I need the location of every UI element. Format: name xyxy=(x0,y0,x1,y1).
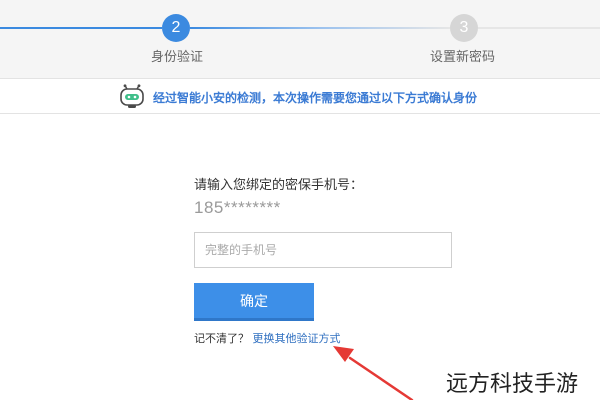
phone-number-input[interactable] xyxy=(194,232,452,268)
forgot-row: 记不清了？ 更换其他验证方式 xyxy=(194,330,341,346)
robot-icon xyxy=(120,84,144,108)
phone-prompt: 请输入您绑定的密保手机号： xyxy=(194,178,364,193)
step-line-pending xyxy=(478,27,600,29)
watermark-text: 远方科技手游 xyxy=(446,372,579,397)
step-2-circle: 2 xyxy=(162,14,190,42)
step-3-label: 设置新密码 xyxy=(430,50,496,65)
masked-phone-number: 185******** xyxy=(194,198,281,217)
step-line-progress xyxy=(190,27,450,29)
confirm-button[interactable]: 确定 xyxy=(194,283,314,321)
switch-verification-link[interactable]: 更换其他验证方式 xyxy=(253,332,341,345)
step-line-completed xyxy=(0,27,162,29)
security-notice-bar: 经过智能小安的检测，本次操作需要您通过以下方式确认身份 xyxy=(0,78,600,114)
step-2-label: 身份验证 xyxy=(151,50,204,65)
notice-text: 经过智能小安的检测，本次操作需要您通过以下方式确认身份 xyxy=(153,91,478,105)
step-3-circle: 3 xyxy=(450,14,478,42)
forgot-text: 记不清了？ xyxy=(194,332,249,345)
step-progress: 2 身份验证 3 设置新密码 xyxy=(0,0,600,78)
